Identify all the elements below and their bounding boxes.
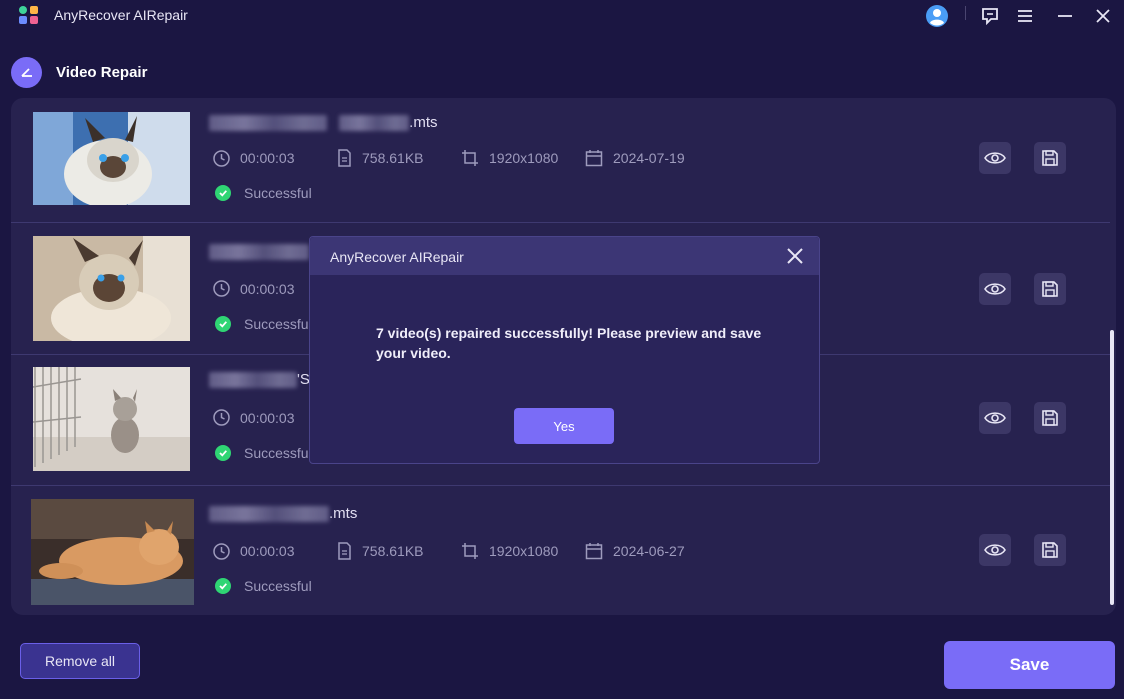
save-file-button[interactable] [1034, 273, 1066, 305]
resolution-icon [462, 543, 478, 559]
video-filename: .mts [209, 505, 357, 523]
repair-status: Successful [215, 316, 312, 332]
scrollbar-thumb[interactable] [1110, 330, 1114, 605]
calendar-icon [585, 150, 603, 167]
save-file-button[interactable] [1034, 142, 1066, 174]
preview-button[interactable] [979, 273, 1011, 305]
eye-icon [984, 412, 1006, 424]
video-duration: 00:00:03 [240, 150, 295, 166]
calendar-icon [585, 543, 603, 560]
resolution-icon [462, 150, 478, 166]
success-check-icon [215, 578, 231, 594]
app-logo-icon [17, 4, 39, 26]
video-date: 2024-07-19 [613, 150, 685, 166]
video-filename: 'S [209, 371, 310, 389]
clock-icon [213, 149, 230, 167]
video-thumbnail[interactable] [33, 112, 190, 205]
repair-status: Successful [215, 445, 312, 461]
feedback-icon[interactable] [977, 3, 1003, 29]
video-size: 758.61KB [362, 150, 424, 166]
success-dialog: AnyRecover AIRepair 7 video(s) repaired … [309, 236, 820, 464]
video-size: 758.61KB [362, 543, 424, 559]
clock-icon [213, 409, 230, 426]
floppy-disk-icon [1042, 542, 1058, 558]
redacted-name [209, 506, 329, 523]
clock-icon [213, 280, 230, 297]
video-duration: 00:00:03 [240, 280, 295, 297]
eye-icon [984, 544, 1006, 556]
video-meta: 00:00:03 [213, 409, 295, 426]
app-title: AnyRecover AIRepair [54, 7, 188, 23]
video-thumbnail[interactable] [33, 367, 190, 471]
video-duration: 00:00:03 [240, 409, 295, 426]
dialog-header: AnyRecover AIRepair [310, 237, 819, 275]
close-icon [787, 248, 803, 264]
menu-icon[interactable] [1012, 3, 1038, 29]
file-size-icon [338, 149, 351, 167]
video-thumbnail[interactable] [31, 499, 194, 605]
save-button[interactable]: Save [944, 641, 1115, 689]
preview-button[interactable] [979, 142, 1011, 174]
redacted-name [209, 115, 327, 132]
dialog-close-button[interactable] [785, 246, 805, 266]
video-resolution: 1920x1080 [489, 543, 559, 559]
eye-icon [984, 283, 1006, 295]
video-meta: 00:00:03 758.61KB 1920x1080 2024-06-27 [213, 542, 685, 560]
repair-status: Successful [215, 578, 312, 594]
page-title: Video Repair [56, 64, 148, 81]
preview-button[interactable] [979, 402, 1011, 434]
title-bar: AnyRecover AIRepair [0, 0, 1124, 32]
floppy-disk-icon [1042, 281, 1058, 297]
clock-icon [213, 542, 230, 560]
success-check-icon [215, 185, 231, 201]
success-check-icon [215, 445, 231, 461]
video-row: .mts 00:00:03 758.61KB 1920x1080 2024-06… [11, 486, 1110, 610]
video-filename: .mts [209, 114, 438, 132]
close-window-icon[interactable] [1090, 3, 1116, 29]
video-duration: 00:00:03 [240, 543, 295, 559]
yes-button[interactable]: Yes [514, 408, 614, 444]
success-check-icon [215, 316, 231, 332]
video-filename [209, 243, 309, 261]
minimize-icon[interactable] [1052, 3, 1078, 29]
dialog-title: AnyRecover AIRepair [330, 249, 464, 265]
preview-button[interactable] [979, 534, 1011, 566]
floppy-disk-icon [1042, 410, 1058, 426]
remove-all-button[interactable]: Remove all [20, 643, 140, 679]
video-thumbnail[interactable] [33, 236, 190, 341]
video-row: .mts 00:00:03 758.61KB 1920x1080 2024-07… [11, 98, 1110, 222]
redacted-name [209, 244, 309, 261]
video-meta: 00:00:03 758.61KB 1920x1080 2024-07-19 [213, 149, 685, 167]
save-file-button[interactable] [1034, 534, 1066, 566]
back-button[interactable] [11, 57, 42, 88]
back-arrow-icon [20, 67, 32, 77]
floppy-disk-icon [1042, 150, 1058, 166]
video-resolution: 1920x1080 [489, 150, 559, 166]
redacted-name [209, 372, 297, 389]
video-meta: 00:00:03 [213, 280, 295, 297]
file-size-icon [338, 542, 351, 560]
titlebar-separator [965, 6, 966, 20]
dialog-message: 7 video(s) repaired successfully! Please… [376, 325, 762, 361]
account-avatar-icon[interactable] [924, 3, 950, 29]
repair-status: Successful [215, 185, 312, 201]
redacted-name [339, 115, 410, 132]
video-date: 2024-06-27 [613, 543, 685, 559]
save-file-button[interactable] [1034, 402, 1066, 434]
eye-icon [984, 152, 1006, 164]
